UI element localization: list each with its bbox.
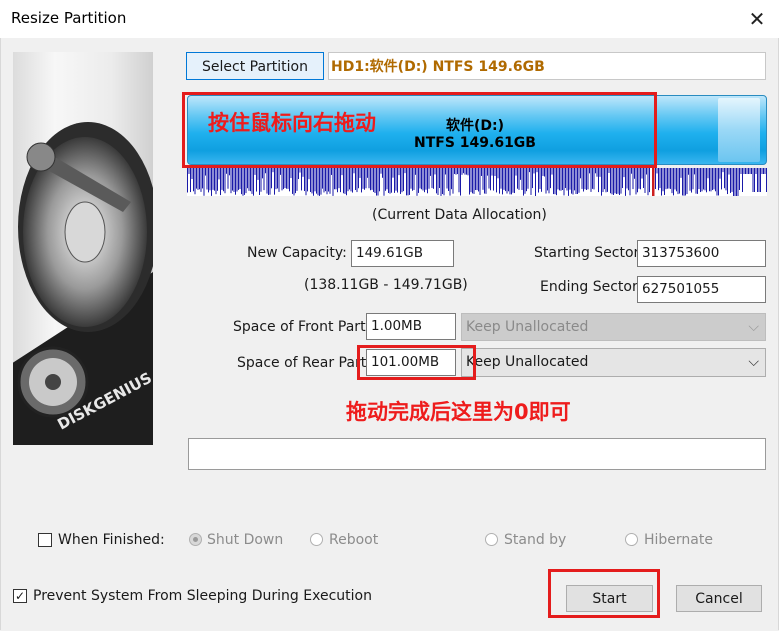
radio-stand-by[interactable] xyxy=(485,533,498,546)
rear-annotation-box xyxy=(357,345,476,380)
radio-shut-down[interactable] xyxy=(189,533,202,546)
select-partition-button[interactable]: Select Partition xyxy=(186,52,324,80)
radio-shut-down-label: Shut Down xyxy=(207,532,284,548)
rear-space-label: Space of Rear Part xyxy=(237,355,367,371)
starting-sector-label: Starting Sector: xyxy=(534,245,644,261)
when-finished-label: When Finished: xyxy=(58,532,165,548)
radio-reboot[interactable] xyxy=(310,533,323,546)
data-allocation-map xyxy=(187,168,767,196)
new-capacity-input[interactable]: 149.61GB xyxy=(351,240,454,267)
front-mode-value: Keep Unallocated xyxy=(466,319,589,335)
rear-mode-value: Keep Unallocated xyxy=(466,354,589,370)
ending-sector-input[interactable]: 627501055 xyxy=(637,276,766,303)
progress-bar xyxy=(188,438,766,470)
front-space-input[interactable]: 1.00MB xyxy=(366,313,456,340)
prevent-sleep-checkbox[interactable]: ✓ xyxy=(13,589,27,603)
allocation-caption: (Current Data Allocation) xyxy=(372,207,547,223)
hard-drive-illustration: DISKGENIUS xyxy=(13,122,153,445)
when-finished-checkbox[interactable] xyxy=(38,533,52,547)
window-title: Resize Partition xyxy=(11,9,127,27)
rear-hint-text: 拖动完成后这里为0即可 xyxy=(346,400,571,424)
bar-drag-handle[interactable] xyxy=(718,98,760,162)
radio-dot-icon xyxy=(193,537,198,542)
start-annotation-box xyxy=(548,569,660,618)
chevron-down-icon: ⌵ xyxy=(748,319,759,335)
ending-sector-label: Ending Sector: xyxy=(540,279,643,295)
new-capacity-label: New Capacity: xyxy=(247,245,347,261)
checkmark-icon: ✓ xyxy=(14,589,26,603)
close-icon[interactable]: ✕ xyxy=(744,6,770,32)
partition-info: HD1:软件(D:) NTFS 149.6GB xyxy=(328,52,766,80)
diskgenius-logo-image: DISKGENIUS xyxy=(13,52,153,445)
drag-hint-text: 按住鼠标向右拖动 xyxy=(208,111,376,135)
front-mode-select: Keep Unallocated ⌵ xyxy=(461,313,766,341)
rear-mode-select[interactable]: Keep Unallocated ⌵ xyxy=(461,348,766,377)
radio-hibernate[interactable] xyxy=(625,533,638,546)
front-space-label: Space of Front Part: xyxy=(233,319,371,335)
chevron-down-icon: ⌵ xyxy=(748,354,759,370)
radio-hibernate-label: Hibernate xyxy=(644,532,713,548)
starting-sector-input[interactable]: 313753600 xyxy=(637,240,766,267)
capacity-range: (138.11GB - 149.71GB) xyxy=(304,277,468,293)
radio-reboot-label: Reboot xyxy=(329,532,379,548)
prevent-sleep-label: Prevent System From Sleeping During Exec… xyxy=(33,588,372,604)
cancel-button[interactable]: Cancel xyxy=(676,585,762,612)
radio-stand-by-label: Stand by xyxy=(504,532,567,548)
